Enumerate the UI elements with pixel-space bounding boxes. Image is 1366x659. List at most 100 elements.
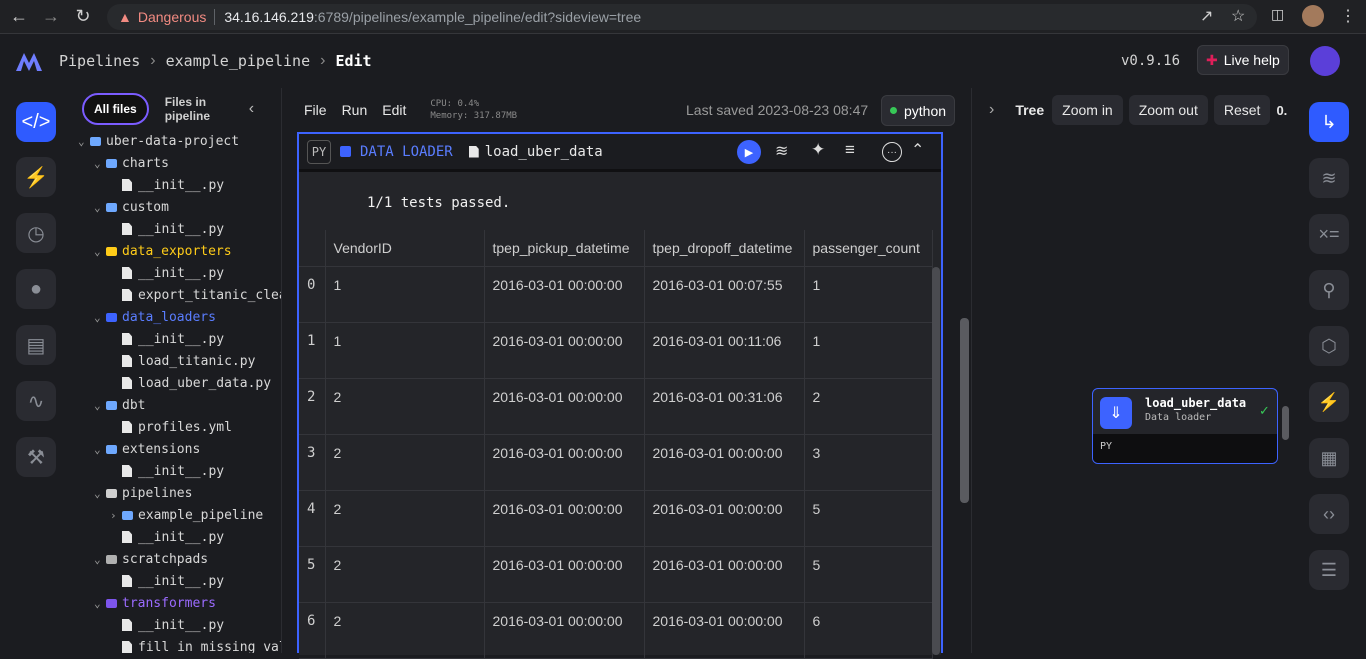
column-header[interactable]: passenger_count [804, 230, 933, 267]
url-text[interactable]: 34.16.146.219:6789/pipelines/example_pip… [215, 9, 641, 25]
tree-folder-item[interactable]: ⌄ scratchpads [94, 548, 208, 570]
ai-sparkle-icon[interactable]: ✦ [811, 140, 825, 160]
logs-scroll-icon[interactable]: ▤ [16, 325, 56, 365]
tree-file-item[interactable]: __init__.py [110, 614, 224, 636]
tree-folder-item[interactable]: ⌄ transformers [94, 592, 216, 614]
editor-scrollbar[interactable] [960, 318, 969, 503]
chevron-right-icon[interactable]: › [110, 509, 122, 522]
menu-edit[interactable]: Edit [382, 102, 406, 118]
column-header[interactable] [299, 230, 326, 267]
column-header[interactable]: VendorID [325, 230, 485, 267]
live-help-button[interactable]: ✚ Live help [1197, 45, 1289, 75]
menu-kebab-icon[interactable]: ⋮ [1340, 6, 1356, 26]
chevron-down-icon[interactable]: ⌄ [94, 201, 106, 214]
menu-run[interactable]: Run [342, 102, 368, 118]
triggers-bolt-icon[interactable]: ⚡ [16, 157, 56, 197]
menu-file[interactable]: File [304, 102, 327, 118]
forward-icon[interactable]: → [38, 4, 64, 30]
row-index: 4 [299, 490, 326, 547]
tree-folder-item[interactable]: ⌄ dbt [94, 394, 145, 416]
tree-file-item[interactable]: __init__.py [110, 460, 224, 482]
tree-file-item[interactable]: load_titanic.py [110, 350, 255, 372]
chevron-down-icon[interactable]: ⌄ [94, 157, 106, 170]
profile-avatar[interactable] [1302, 5, 1324, 27]
tree-folder-item[interactable]: ⌄ data_exporters [94, 240, 232, 262]
table-cell: 2016-03-01 00:00:00 [644, 546, 805, 603]
back-icon[interactable]: ← [6, 4, 32, 30]
block-name[interactable]: load_uber_data [485, 144, 603, 160]
tree-file-item[interactable]: __init__.py [110, 174, 224, 196]
tab-files-in-pipeline[interactable]: Files in pipeline [155, 93, 243, 125]
tree-file-item[interactable]: load_uber_data.py [110, 372, 271, 394]
tree-file-item[interactable]: __init__.py [110, 218, 224, 240]
tree-scrollbar[interactable] [1282, 406, 1289, 440]
address-bar[interactable]: ▲ Dangerous 34.16.146.219:6789/pipelines… [107, 4, 1257, 30]
chevron-down-icon[interactable]: ⌄ [78, 135, 90, 148]
runs-clock-icon[interactable]: ◷ [16, 213, 56, 253]
tree-item-label: pipelines [122, 485, 193, 501]
settings-wrench-icon[interactable]: ⚒ [16, 437, 56, 477]
tree-folder-item[interactable]: ⌄ extensions [94, 438, 200, 460]
security-warning[interactable]: ▲ Dangerous [107, 9, 216, 25]
tree-file-item[interactable]: __init__.py [110, 262, 224, 284]
chevron-down-icon[interactable]: ⌄ [94, 245, 106, 258]
collapse-block-icon[interactable]: ⌃ [911, 140, 924, 160]
more-options-icon[interactable]: ··· [882, 142, 902, 162]
variables-icon[interactable]: ×= [1309, 214, 1349, 254]
tree-folder-item[interactable]: ⌄ uber-data-project [78, 130, 239, 152]
tree-view-icon[interactable]: ↳ [1309, 102, 1349, 142]
code-editor-icon[interactable]: </> [16, 102, 56, 142]
tree-folder-item[interactable]: ⌄ data_loaders [94, 306, 216, 328]
mage-logo-icon[interactable] [16, 51, 42, 71]
tree-file-item[interactable]: fill_in_missing_val [110, 636, 281, 653]
tree-folder-item[interactable]: ⌄ pipelines [94, 482, 192, 504]
tree-node[interactable]: ⇓ load_uber_data Data loader ✓ PY [1092, 388, 1278, 464]
tree-folder-item[interactable]: › example_pipeline [110, 504, 263, 526]
collapse-panel-icon[interactable]: ‹ [249, 100, 254, 118]
column-header[interactable]: tpep_pickup_datetime [484, 230, 645, 267]
chevron-down-icon[interactable]: ⌄ [94, 553, 106, 566]
share-icon[interactable]: ↗ [1200, 6, 1213, 26]
tree-item-label: charts [122, 155, 169, 171]
chevron-down-icon[interactable]: ⌄ [94, 487, 106, 500]
block-settings-icon[interactable]: ≡ [845, 140, 855, 160]
tree-item-label: data_exporters [122, 243, 232, 259]
secrets-key-icon[interactable]: ⚲ [1309, 270, 1349, 310]
charts-icon[interactable]: ≋ [775, 141, 788, 161]
charts-icon[interactable]: ≋ [1309, 158, 1349, 198]
chevron-down-icon[interactable]: ⌄ [94, 443, 106, 456]
tree-folder-item[interactable]: ⌄ charts [94, 152, 169, 174]
zoom-in-button[interactable]: Zoom in [1052, 95, 1123, 125]
tree-file-item[interactable]: profiles.yml [110, 416, 232, 438]
column-header[interactable]: tpep_dropoff_datetime [644, 230, 805, 267]
tree-file-item[interactable]: __init__.py [110, 328, 224, 350]
data-table-icon[interactable]: ▦ [1309, 438, 1349, 478]
tree-file-item[interactable]: __init__.py [110, 570, 224, 592]
kernel-status-button[interactable]: python [881, 95, 956, 126]
extensions-cube-icon[interactable]: ⬡ [1309, 326, 1349, 366]
sidepanel-icon[interactable]: ◫ [1271, 6, 1284, 23]
chevron-down-icon[interactable]: ⌄ [94, 597, 106, 610]
run-block-icon[interactable]: ▶ [737, 140, 761, 164]
breadcrumb-pipelines[interactable]: Pipelines [59, 52, 140, 70]
triggers-bolt-icon[interactable]: ⚡ [1309, 382, 1349, 422]
reset-zoom-button[interactable]: Reset [1213, 95, 1271, 125]
table-body: 0 1 2016-03-01 00:00:00 2016-03-01 00:07:55… [299, 266, 933, 659]
bookmark-star-icon[interactable]: ☆ [1231, 6, 1245, 26]
tree-file-item[interactable]: __init__.py [110, 526, 224, 548]
table-scrollbar[interactable] [932, 267, 940, 655]
zoom-out-button[interactable]: Zoom out [1128, 95, 1208, 125]
tree-file-item[interactable]: export_titanic_clea [110, 284, 281, 306]
pipeline-settings-icon[interactable]: ☰ [1309, 550, 1349, 590]
reload-icon[interactable]: ↻ [70, 4, 96, 30]
chevron-down-icon[interactable]: ⌄ [94, 311, 106, 324]
terminal-icon[interactable]: ‹› [1309, 494, 1349, 534]
tree-folder-item[interactable]: ⌄ custom [94, 196, 169, 218]
breadcrumb-pipeline[interactable]: example_pipeline [166, 52, 311, 70]
monitor-pulse-icon[interactable]: ∿ [16, 381, 56, 421]
chevron-down-icon[interactable]: ⌄ [94, 399, 106, 412]
user-avatar[interactable] [1310, 46, 1340, 76]
backfills-planet-icon[interactable]: ● [16, 269, 56, 309]
tab-all-files[interactable]: All files [82, 93, 149, 125]
expand-panel-icon[interactable]: › [989, 101, 994, 119]
